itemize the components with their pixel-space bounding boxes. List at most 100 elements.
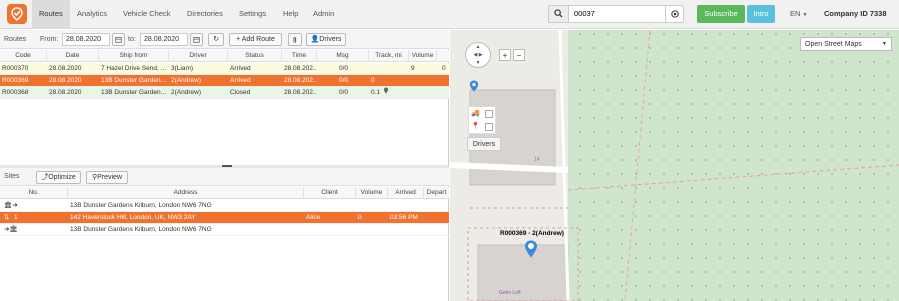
search-icon: [554, 9, 563, 18]
route-msg: 0/0: [339, 77, 349, 84]
subscribe-button[interactable]: Subscribe: [697, 5, 745, 23]
preview-button[interactable]: ⚲Preview: [86, 171, 128, 184]
nav-admin[interactable]: Admin: [306, 0, 341, 28]
user-icon: 👤: [310, 36, 320, 43]
app-logo[interactable]: [7, 4, 27, 24]
col-date[interactable]: Date: [47, 50, 99, 62]
clear-search-button[interactable]: [665, 6, 683, 22]
route-status: Closed: [230, 89, 251, 96]
route-msg: 0/0: [339, 89, 349, 96]
paperclip-icon: [293, 37, 297, 43]
site-row-selected[interactable]: ⇅ 1 142 Haverstock Hill, London, UK, NW3…: [0, 212, 449, 224]
layer-select[interactable]: Open Street Maps ▼: [800, 37, 892, 51]
col-time[interactable]: Time: [282, 50, 317, 62]
route-ship-from: 7 Hazel Drive Send, ...: [101, 65, 167, 72]
filter-checkbox[interactable]: [485, 110, 493, 118]
route-date: 28.08.2020: [49, 77, 82, 84]
col-driver[interactable]: Driver: [169, 50, 228, 62]
filter-checkbox[interactable]: [485, 123, 493, 131]
add-route-button[interactable]: + Add Route: [229, 33, 282, 46]
col-track[interactable]: Track, mi: [369, 50, 409, 62]
pan-control[interactable]: ▲ ◀ ▶ ▼: [465, 42, 491, 68]
company-label: Company ID 7338: [824, 9, 887, 18]
route-ship-from: 13B Dunster Garden...: [101, 89, 167, 96]
site-address: 13B Dunster Gardens Kilburn, London NW6 …: [70, 226, 212, 233]
site-arrived: 03:56 PM: [390, 214, 418, 221]
location-marker-icon: [381, 87, 391, 99]
route-status: Arrived: [230, 77, 251, 84]
from-date-input[interactable]: 28.08.2020: [62, 33, 110, 46]
add-route-label: Add Route: [241, 36, 275, 43]
route-driver: 2(Andrew): [171, 89, 201, 96]
route-volume: 9: [411, 65, 415, 72]
stop-marker-icon: 📍: [471, 123, 480, 130]
site-client: Alice: [306, 214, 321, 221]
col-msg[interactable]: Msg: [317, 50, 369, 62]
intro-button[interactable]: Intro: [747, 5, 775, 23]
language-dropdown[interactable]: EN ▼: [790, 0, 807, 28]
route-code: R000369: [2, 77, 29, 84]
nav-vehicle-check[interactable]: Vehicle Check: [116, 0, 178, 28]
language-label: EN: [790, 9, 801, 18]
col-depart[interactable]: Depart: [424, 187, 449, 199]
map-view[interactable]: 14 ▲ ◀ ▶ ▼ + − 🚚 📍 Drivers Open Street Map…: [450, 30, 899, 301]
nav-settings[interactable]: Settings: [232, 0, 273, 28]
drag-handle-icon[interactable]: ⇅: [2, 212, 12, 224]
route-track: [369, 63, 409, 75]
top-navigation-bar: Routes Analytics Vehicle Check Directori…: [0, 0, 899, 29]
col-no[interactable]: No.: [0, 187, 68, 199]
route-row-selected[interactable]: R000369 28.08.2020 13B Dunster Garden...…: [0, 75, 449, 87]
route-date: 28.08.2020: [49, 89, 82, 96]
to-calendar-button[interactable]: [190, 33, 203, 46]
from-label: From:: [40, 36, 59, 43]
route-status: Arrived: [230, 65, 251, 72]
col-ship-from[interactable]: Ship from: [99, 50, 169, 62]
map-drivers-button[interactable]: Drivers: [467, 137, 501, 151]
refresh-button[interactable]: ↻: [208, 33, 224, 46]
col-extra: [437, 50, 449, 62]
route-driver: 3(Liam): [171, 65, 194, 72]
attach-button[interactable]: [288, 33, 302, 46]
col-status[interactable]: Status: [228, 50, 282, 62]
route-row[interactable]: R000368 28.08.2020 13B Dunster Garden...…: [0, 87, 449, 99]
nav-analytics[interactable]: Analytics: [70, 0, 114, 28]
nav-routes[interactable]: Routes: [32, 0, 70, 28]
sites-grid-header: No. Address Client Volume Arrived Depart: [0, 187, 449, 199]
company-dropdown[interactable]: Company ID 7338: [824, 0, 887, 28]
col-volume[interactable]: Volume: [356, 187, 388, 199]
routes-title: Routes: [4, 36, 27, 43]
col-arrived[interactable]: Arrived: [388, 187, 424, 199]
route-time: 28.08.202...: [284, 77, 317, 84]
zoom-out-button[interactable]: −: [513, 49, 525, 61]
search-box: [548, 5, 684, 23]
search-input[interactable]: [570, 6, 666, 22]
nav-help[interactable]: Help: [276, 0, 305, 28]
logo-icon: [11, 7, 23, 21]
col-client[interactable]: Client: [304, 187, 356, 199]
col-code[interactable]: Code: [0, 50, 47, 62]
optimize-button[interactable]: ⤴Optimize: [36, 171, 81, 184]
col-address[interactable]: Address: [68, 187, 304, 199]
calendar-icon: [193, 37, 200, 43]
layer-label: Open Street Maps: [805, 41, 862, 48]
nav-directories[interactable]: Directories: [180, 0, 230, 28]
splitter-handle[interactable]: [222, 165, 232, 167]
from-calendar-button[interactable]: [112, 33, 125, 46]
routes-toolbar: Routes From: 28.08.2020 to: 28.08.2020 ↻…: [0, 30, 449, 49]
site-row[interactable]: 🏛➔ 13B Dunster Gardens Kilburn, London N…: [0, 200, 449, 212]
route-row[interactable]: R000370 28.08.2020 7 Hazel Drive Send, .…: [0, 63, 449, 75]
depot-start-icon: 🏛➔: [4, 202, 18, 209]
sites-panel: Sites ⤴Optimize ⚲Preview No. Address Cli…: [0, 168, 449, 301]
location-pin-icon: [469, 80, 479, 92]
search-button[interactable]: [549, 6, 569, 22]
route-track: 0: [371, 77, 375, 84]
zoom-in-button[interactable]: +: [499, 49, 511, 61]
vehicle-marker[interactable]: [524, 240, 538, 260]
col-volume[interactable]: Volume: [409, 50, 437, 62]
site-row[interactable]: ➔🏛 13B Dunster Gardens Kilburn, London N…: [0, 224, 449, 236]
to-date-input[interactable]: 28.08.2020: [140, 33, 188, 46]
routes-panel: Routes From: 28.08.2020 to: 28.08.2020 ↻…: [0, 30, 449, 165]
drivers-button[interactable]: 👤Drivers: [306, 33, 346, 46]
my-location-button[interactable]: [469, 80, 483, 94]
map-filter-panel: 🚚 📍: [468, 106, 496, 134]
